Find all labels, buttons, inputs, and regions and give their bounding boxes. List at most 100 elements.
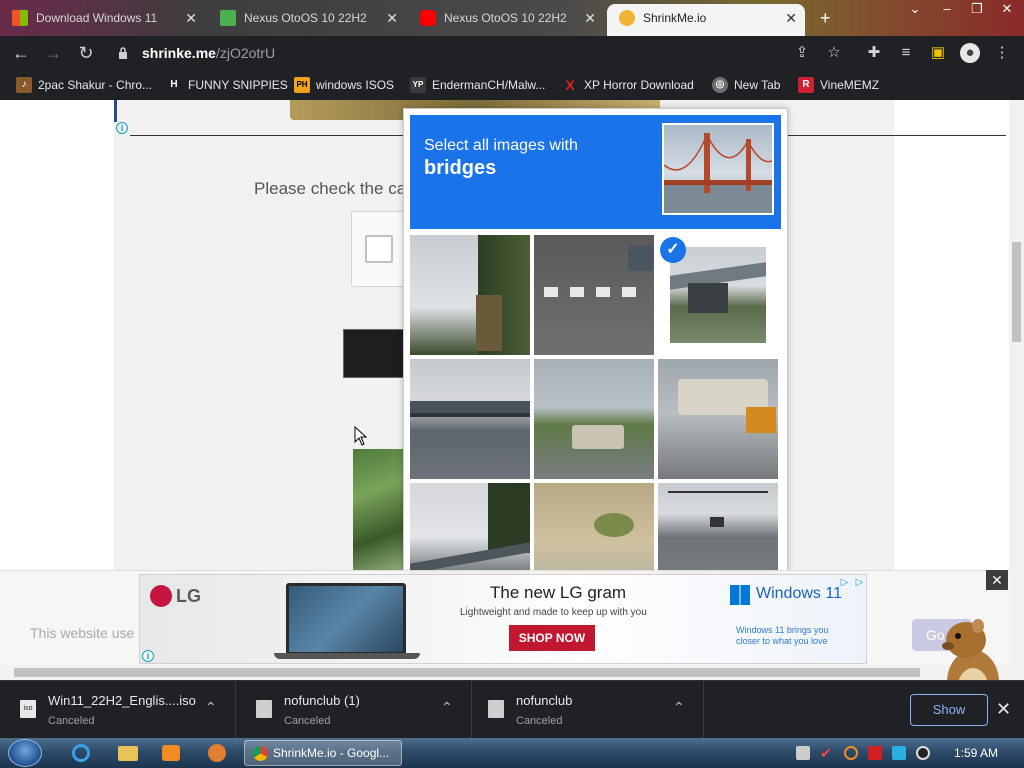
bookmark-windows-isos[interactable]: PH windows ISOS <box>294 76 394 94</box>
extensions-icon[interactable]: ✚ <box>864 43 884 63</box>
tray-flag-icon[interactable] <box>868 746 882 760</box>
lg-gram-ad[interactable]: LG The new LG gram Lightweight and made … <box>139 574 867 664</box>
checkmark-icon: ✓ <box>660 237 686 263</box>
ad-play-icon[interactable]: ▷ <box>853 576 866 589</box>
bookmark-endermanch[interactable]: YP EndermanCH/Malw... <box>410 76 545 94</box>
side-panel-icon[interactable]: ▣ <box>928 43 948 63</box>
ad-subline: Lightweight and made to keep up with you <box>460 607 647 618</box>
ad-brand: LG <box>176 586 201 606</box>
captcha-tile[interactable] <box>658 359 778 479</box>
ad-close-button[interactable]: ✕ <box>986 570 1008 590</box>
windows-copy: Windows 11 brings you closer to what you… <box>736 625 829 646</box>
bookmarks-bar: ♪ 2pac Shakur - Chro... H FUNNY SNIPPIES… <box>0 70 1024 100</box>
h-logo-icon: H <box>166 77 182 93</box>
tray-volume-icon[interactable] <box>916 746 930 760</box>
close-icon[interactable]: ✕ <box>785 4 797 32</box>
bookmark-funny-snippies[interactable]: H FUNNY SNIPPIES <box>166 76 288 94</box>
laptop-base <box>274 653 420 659</box>
tab-download-windows[interactable]: Download Windows 11 ✕ <box>0 4 205 36</box>
tray-network-icon[interactable] <box>796 746 810 760</box>
nexus-logo-icon <box>220 10 236 26</box>
hand-icon <box>619 10 635 26</box>
url-path: /zjO2otrU <box>215 45 276 61</box>
chevron-up-icon[interactable]: ⌃ <box>673 699 685 716</box>
ad-info-icon[interactable]: i <box>142 650 154 662</box>
captcha-target: bridges <box>424 157 497 179</box>
recaptcha-box <box>351 211 411 287</box>
chrome-icon <box>253 746 268 761</box>
start-orb-icon[interactable] <box>8 739 42 767</box>
taskbar-clock[interactable]: 1:59 AM <box>946 738 1006 768</box>
share-icon[interactable]: ⇪ <box>792 43 812 63</box>
star-icon[interactable]: ☆ <box>824 43 844 63</box>
left-accent-bar <box>114 100 117 122</box>
restore-icon[interactable]: ❐ <box>962 0 992 18</box>
menu-kebab-icon[interactable]: ⋮ <box>992 43 1012 63</box>
show-all-button[interactable]: Show <box>910 694 988 726</box>
horizontal-scrollbar[interactable] <box>0 665 1024 680</box>
info-icon[interactable]: i <box>116 122 128 134</box>
scrollbar-thumb[interactable] <box>14 668 920 677</box>
captcha-tile[interactable] <box>534 359 654 479</box>
media-queue-icon[interactable]: ≡ <box>896 43 916 63</box>
address-bar[interactable]: shrinke.me/zjO2otrU <box>108 40 852 66</box>
download-item[interactable]: nofunclub (1) Canceled ⌃ <box>236 681 472 739</box>
tab-search-icon[interactable]: ⌄ <box>900 0 930 18</box>
tab-nexus-1[interactable]: Nexus OtoOS 10 22H2 ✕ <box>208 4 406 36</box>
lock-icon <box>119 47 127 59</box>
tray-antivirus-icon[interactable]: ✔ <box>820 746 834 760</box>
bookmark-xp-horror[interactable]: X XP Horror Download <box>562 76 694 94</box>
forward-arrow-icon[interactable]: → <box>42 42 64 64</box>
download-item[interactable]: nofunclub Canceled ⌃ <box>468 681 704 739</box>
recaptcha-checkbox[interactable] <box>365 235 393 263</box>
shop-now-button[interactable]: SHOP NOW <box>509 625 595 651</box>
download-item[interactable]: iso Win11_22H2_Englis....iso Canceled ⌃ <box>0 681 236 739</box>
taskbar-app-icon[interactable] <box>198 740 238 766</box>
scrollbar-thumb[interactable] <box>1012 242 1021 342</box>
chevron-up-icon[interactable]: ⌃ <box>205 699 217 716</box>
windows-brand: Windows 11 <box>756 585 842 602</box>
tab-shrinkme[interactable]: ShrinkMe.io ✕ <box>607 4 805 36</box>
dark-button-image[interactable] <box>343 329 405 378</box>
yp-logo-icon: YP <box>410 77 426 93</box>
browser-toolbar: ← → ↻ shrinke.me/zjO2otrU ⇪ ☆ ✚ ≡ ▣ ● ⋮ <box>0 36 1024 70</box>
tray-display-icon[interactable] <box>892 746 906 760</box>
ph-logo-icon: PH <box>294 77 310 93</box>
captcha-tile[interactable] <box>410 235 530 355</box>
taskbar-ie-icon[interactable] <box>62 740 102 766</box>
profile-avatar-icon[interactable]: ● <box>960 43 980 63</box>
captcha-header: Select all images with bridges <box>410 115 781 229</box>
laptop-image <box>286 583 406 655</box>
close-icon[interactable]: ✕ <box>185 4 197 32</box>
close-icon[interactable]: ✕ <box>386 4 398 32</box>
minimize-icon[interactable]: – <box>932 0 962 18</box>
adchoices-icon[interactable]: ▷ <box>838 576 851 589</box>
captcha-tile[interactable] <box>410 359 530 479</box>
bookmark-vinememz[interactable]: R VineMEMZ <box>798 76 879 94</box>
iso-file-icon: iso <box>20 700 36 718</box>
downloads-bar: iso Win11_22H2_Englis....iso Canceled ⌃ … <box>0 680 1024 739</box>
taskbar-explorer-icon[interactable] <box>108 740 148 766</box>
sample-bridge-image <box>662 123 774 215</box>
garden-thumbnail <box>353 449 405 570</box>
chevron-up-icon[interactable]: ⌃ <box>441 699 453 716</box>
tray-search-icon[interactable] <box>844 746 858 760</box>
captcha-tile[interactable] <box>534 235 654 355</box>
windows-logo-icon <box>12 10 28 26</box>
mouse-cursor-icon <box>354 426 368 446</box>
close-icon[interactable]: ✕ <box>996 699 1011 720</box>
close-icon[interactable]: ✕ <box>584 4 596 32</box>
back-arrow-icon[interactable]: ← <box>10 42 32 64</box>
taskbar-chrome-window[interactable]: ShrinkMe.io - Googl... <box>244 740 402 766</box>
bookmark-2pac[interactable]: ♪ 2pac Shakur - Chro... <box>16 76 152 94</box>
tab-nexus-2[interactable]: Nexus OtoOS 10 22H2 ✕ <box>408 4 604 36</box>
window-close-icon[interactable]: ✕ <box>992 0 1022 18</box>
taskbar-media-player-icon[interactable] <box>152 740 192 766</box>
reload-icon[interactable]: ↻ <box>75 42 97 64</box>
vertical-scrollbar[interactable] <box>1009 100 1024 665</box>
new-tab-button[interactable]: + <box>812 4 842 36</box>
bookmark-new-tab[interactable]: ◎ New Tab <box>712 76 780 94</box>
captcha-tile-selected[interactable]: ✓ <box>658 235 778 355</box>
file-icon <box>488 700 504 718</box>
ad-headline: The new LG gram <box>490 583 627 602</box>
